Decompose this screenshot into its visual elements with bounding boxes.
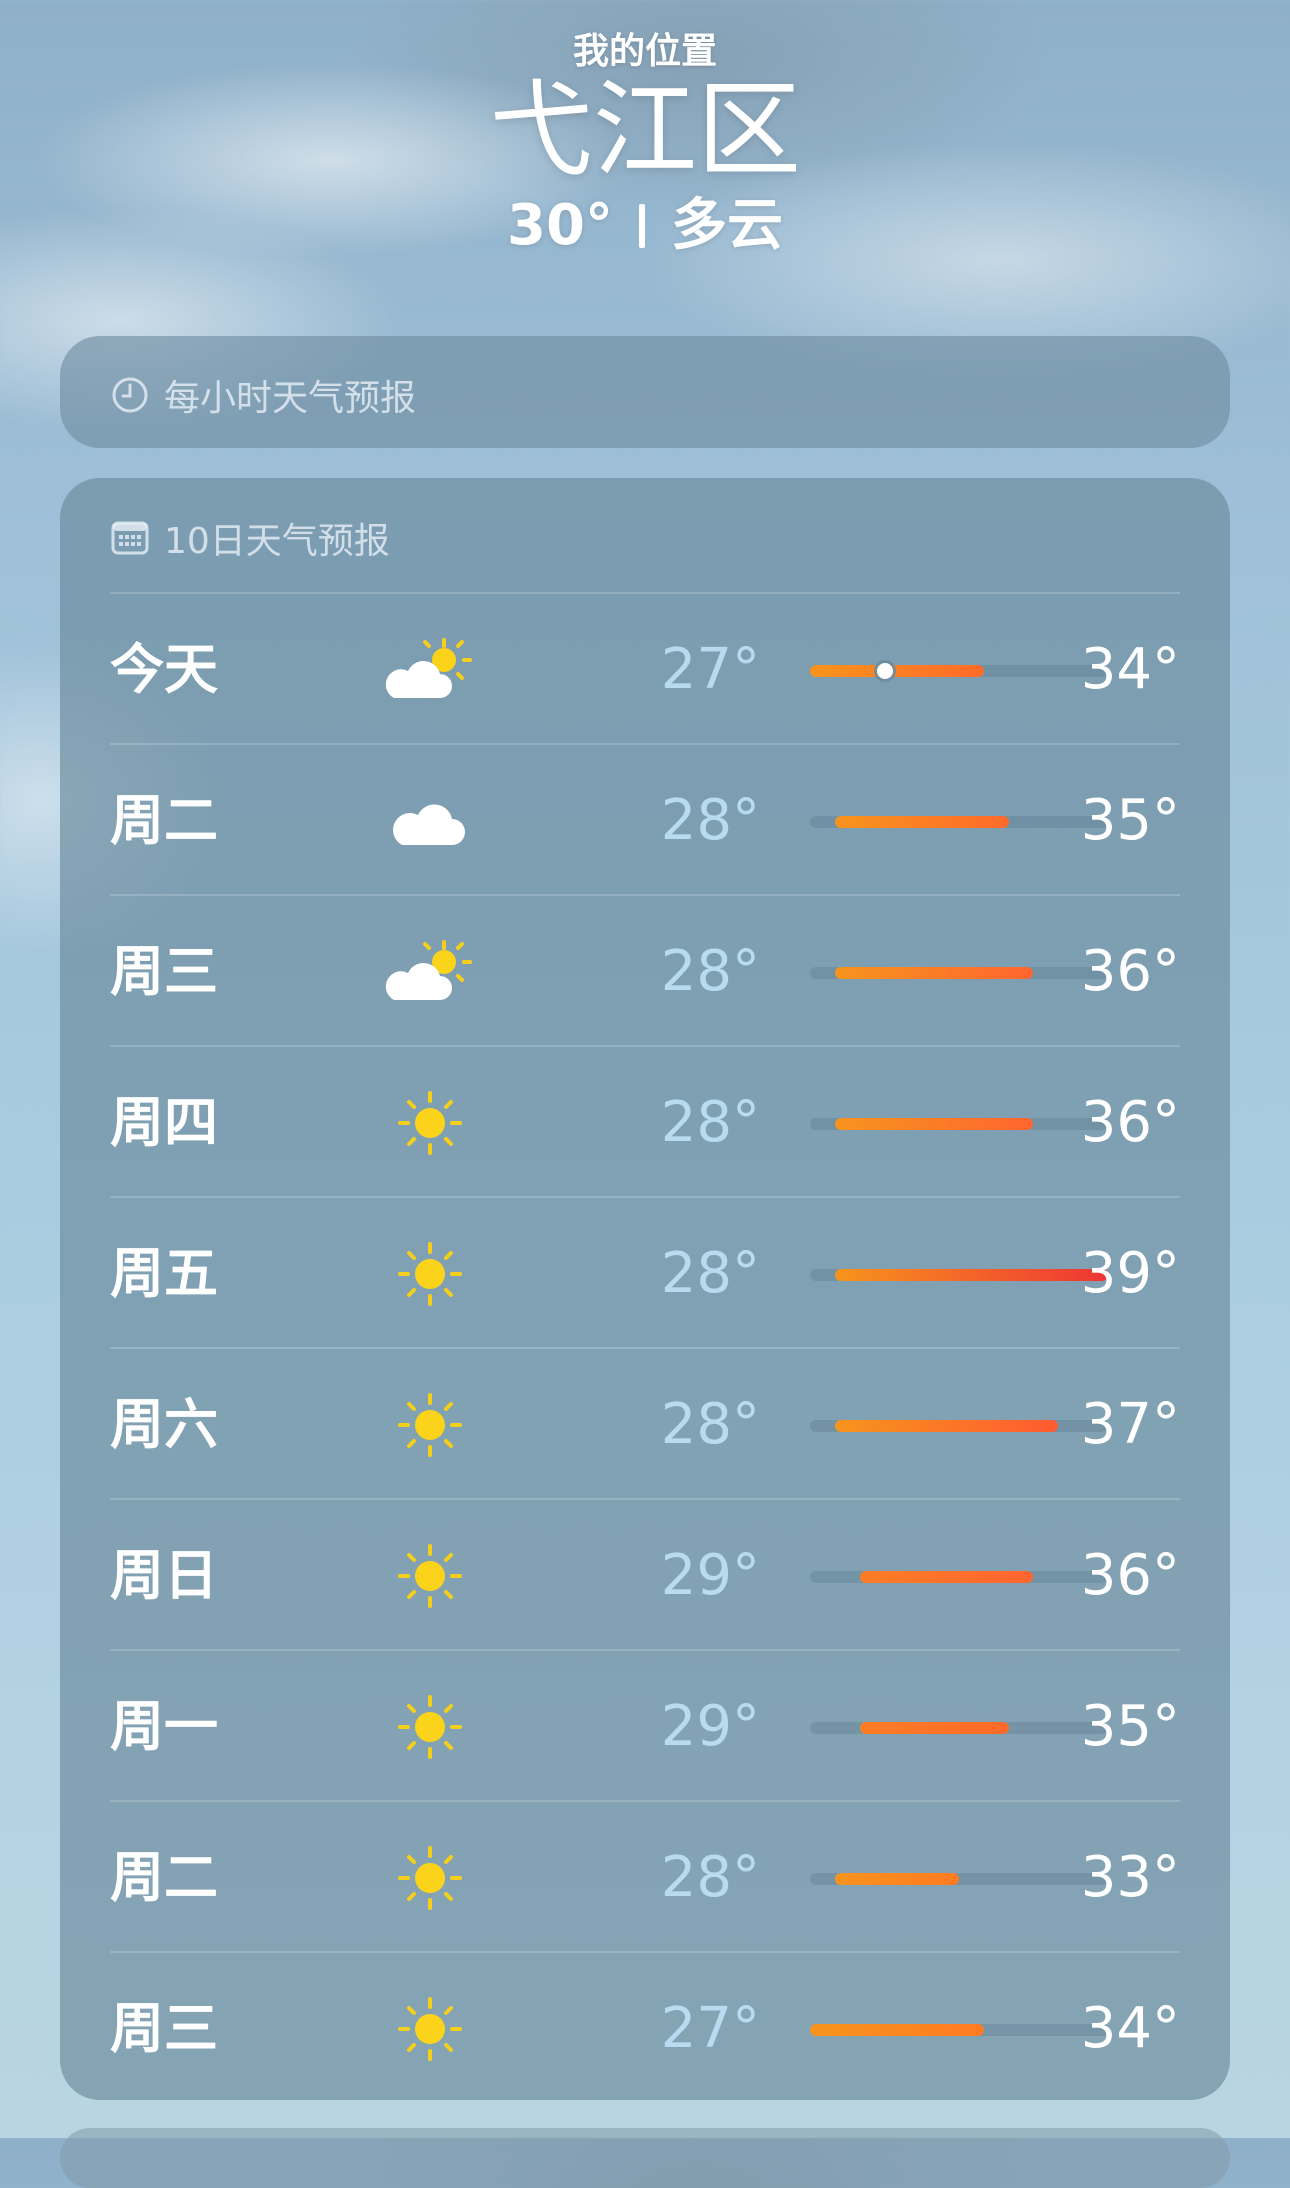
day-label: 周日: [110, 1544, 218, 1607]
low-temperature: 29°: [660, 1694, 760, 1759]
low-temperature: 29°: [660, 1543, 760, 1608]
forecast-row[interactable]: 周三 27° 34°: [110, 1953, 1180, 2104]
temperature-range-bar: [810, 1269, 1108, 1281]
sun-icon: [398, 1695, 462, 1759]
temperature-range-bar: [810, 1118, 1108, 1130]
low-temperature: 28°: [660, 939, 760, 1004]
forecast-row[interactable]: 周六 28° 37°: [110, 1349, 1180, 1500]
hourly-forecast-title: 每小时天气预报: [164, 378, 417, 419]
high-temperature: 34°: [1080, 637, 1180, 702]
temperature-range-bar: [810, 1722, 1108, 1734]
sun-icon: [398, 1091, 462, 1155]
temperature-range-fill: [834, 1269, 1108, 1281]
hourly-forecast-header: 每小时天气预报: [110, 369, 416, 421]
temperature-range-fill: [810, 665, 984, 677]
temperature-range-bar: [810, 816, 1108, 828]
partly-cloudy-sun-icon: [385, 638, 472, 698]
high-temperature: 35°: [1080, 788, 1180, 853]
temperature-range-fill: [859, 1571, 1034, 1583]
forecast-row[interactable]: 周五 28° 39°: [110, 1198, 1180, 1349]
sun-icon: [398, 1544, 462, 1608]
high-temperature: 39°: [1080, 1241, 1180, 1306]
low-temperature: 28°: [660, 1241, 760, 1306]
day-label: 周四: [110, 1091, 218, 1154]
calendar-icon: [111, 521, 149, 555]
forecast-row[interactable]: 周三 28° 36°: [110, 896, 1180, 1047]
sun-icon: [398, 1997, 462, 2061]
day-label: 周一: [110, 1695, 218, 1758]
high-temperature: 36°: [1080, 939, 1180, 1004]
location-label: 我的位置: [572, 31, 717, 72]
day-label: 周五: [110, 1242, 218, 1305]
day-label: 周二: [110, 789, 218, 852]
high-temperature: 37°: [1080, 1392, 1180, 1457]
forecast-row[interactable]: 周日 29° 36°: [110, 1500, 1180, 1651]
day-label: 周三: [110, 940, 218, 1003]
temperature-range-fill: [834, 967, 1034, 979]
temperature-range-bar: [810, 967, 1108, 979]
temperature-range-fill: [834, 1420, 1059, 1432]
temperature-range-bar: [810, 1571, 1108, 1583]
partly-cloudy-sun-icon: [385, 940, 472, 1000]
cloud-icon: [393, 804, 465, 845]
sun-icon: [398, 1242, 462, 1306]
temperature-range-fill: [810, 2024, 984, 2036]
forecast-row[interactable]: 周一 29° 35°: [110, 1651, 1180, 1802]
current-condition: 多云: [670, 193, 783, 258]
temperature-range-fill: [834, 816, 1009, 828]
low-temperature: 28°: [660, 1845, 760, 1910]
low-temperature: 27°: [660, 637, 760, 702]
clock-icon: [112, 377, 148, 413]
temperature-range-bar: [810, 663, 1108, 679]
ten-day-forecast-card[interactable]: 10日天气预报 今天 27° 34° 周二 28° 35° 周三 28° 36° 周四 28° 36°…: [60, 478, 1230, 2100]
day-label: 今天: [110, 638, 218, 701]
ten-day-forecast-title: 10日天气预报: [164, 521, 390, 562]
sun-icon: [398, 1846, 462, 1910]
forecast-row[interactable]: 今天 27° 34°: [110, 594, 1180, 745]
low-temperature: 28°: [660, 1090, 760, 1155]
day-label: 周六: [110, 1393, 218, 1456]
next-card[interactable]: [60, 2128, 1230, 2188]
low-temperature: 28°: [660, 1392, 760, 1457]
high-temperature: 36°: [1080, 1543, 1180, 1608]
temperature-range-bar: [810, 1873, 1108, 1885]
high-temperature: 35°: [1080, 1694, 1180, 1759]
day-label: 周三: [110, 1997, 218, 2060]
current-temperature: 30°: [507, 193, 613, 258]
forecast-row[interactable]: 周二 28° 33°: [110, 1802, 1180, 1953]
high-temperature: 36°: [1080, 1090, 1180, 1155]
day-label: 周二: [110, 1846, 218, 1909]
low-temperature: 28°: [660, 788, 760, 853]
hourly-forecast-card[interactable]: 每小时天气预报: [60, 336, 1230, 448]
forecast-row[interactable]: 周二 28° 35°: [110, 745, 1180, 896]
high-temperature: 34°: [1080, 1996, 1180, 2061]
temperature-range-fill: [834, 1118, 1034, 1130]
temperature-range-bar: [810, 1420, 1108, 1432]
temperature-range-bar: [810, 2024, 1108, 2036]
ten-day-forecast-header: 10日天气预报: [110, 512, 390, 564]
sun-icon: [398, 1393, 462, 1457]
forecast-row[interactable]: 周四 28° 36°: [110, 1047, 1180, 1198]
current-temperature-marker: [876, 663, 893, 679]
temperature-range-fill: [859, 1722, 1009, 1734]
city-name: 弋江区: [488, 69, 801, 191]
current-summary: 30° 多云: [0, 192, 1290, 260]
summary-divider: [638, 204, 645, 248]
high-temperature: 33°: [1080, 1845, 1180, 1910]
temperature-range-fill: [834, 1873, 959, 1885]
low-temperature: 27°: [660, 1996, 760, 2061]
